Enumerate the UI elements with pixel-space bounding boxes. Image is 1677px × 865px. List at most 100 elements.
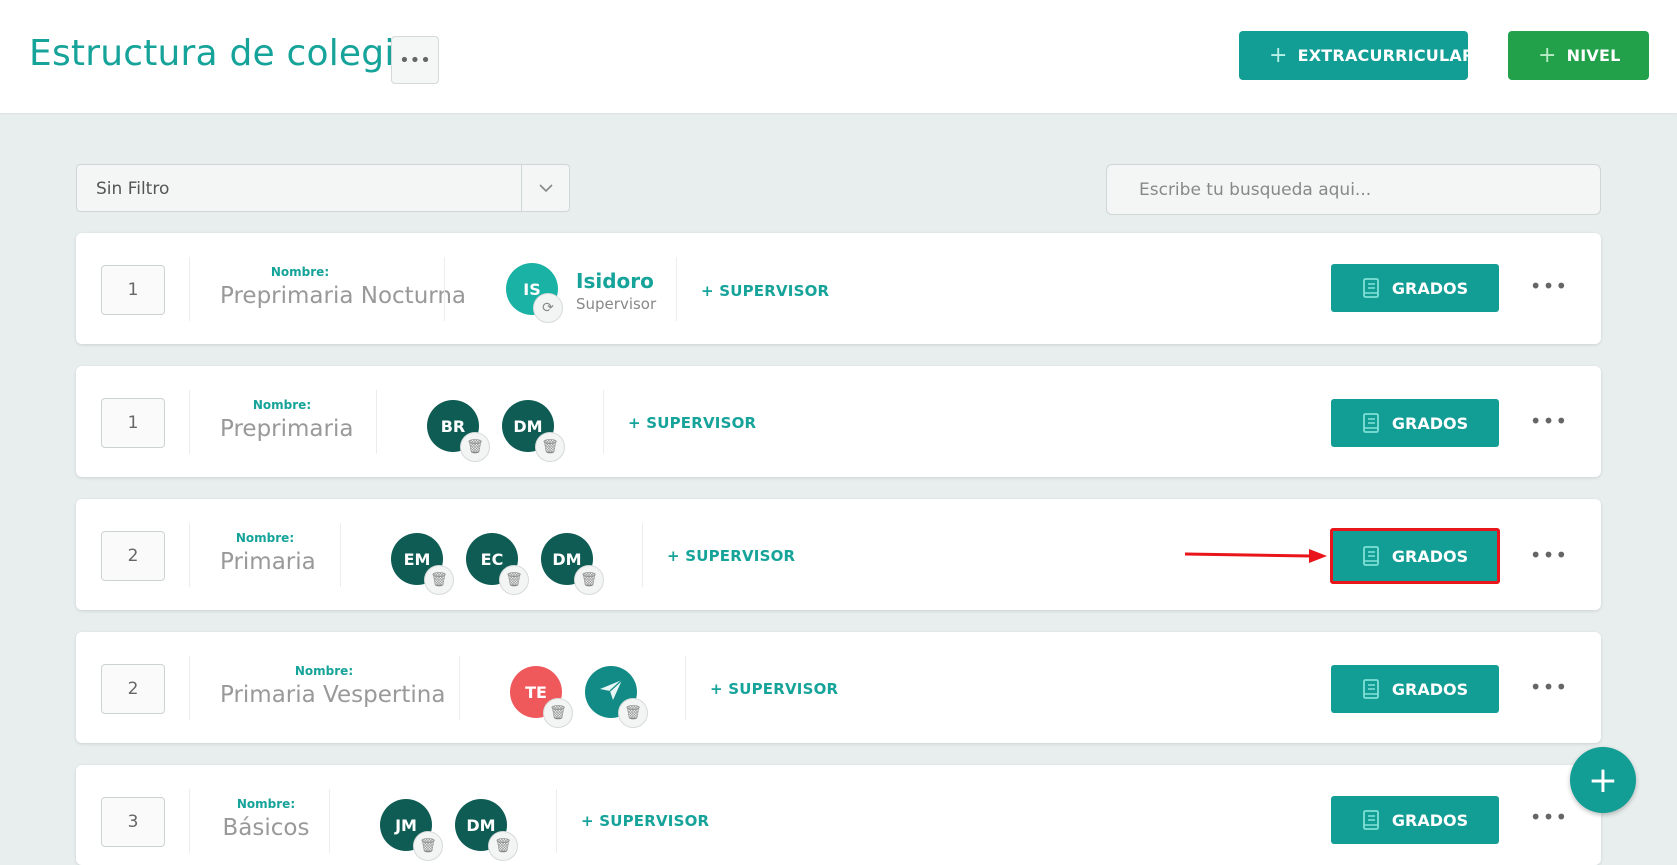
name-label: Nombre:	[236, 797, 296, 811]
name-label: Nombre:	[235, 531, 295, 545]
divider	[329, 789, 330, 853]
grados-label: GRADOS	[1391, 278, 1469, 298]
page-title: Estructura de colegio	[29, 33, 417, 74]
level-name: Preprimaria	[220, 416, 354, 442]
add-supervisor-button[interactable]: + SUPERVISOR	[701, 282, 829, 300]
add-nivel-button[interactable]: + NIVEL	[1508, 31, 1649, 80]
filter-value: Sin Filtro	[96, 179, 170, 199]
level-card: 1 Nombre: Preprimaria BR 🗑 DM 🗑 + SUPERV…	[76, 366, 1601, 477]
refresh-icon[interactable]: ⟳	[533, 293, 563, 323]
trash-icon[interactable]: 🗑	[618, 698, 648, 728]
trash-icon[interactable]: 🗑	[460, 432, 490, 462]
ellipsis-icon: •••	[399, 49, 431, 71]
grados-label: GRADOS	[1391, 413, 1469, 433]
trash-icon[interactable]: 🗑	[424, 565, 454, 595]
level-card: 3 Nombre: Básicos JM 🗑 DM 🗑 + SUPERVISOR…	[76, 765, 1601, 865]
name-label: Nombre:	[252, 398, 312, 412]
more-options-icon[interactable]: •••	[1529, 540, 1569, 570]
grados-label: GRADOS	[1391, 679, 1469, 699]
level-order-field[interactable]: 2	[101, 664, 165, 714]
book-icon	[1362, 679, 1380, 699]
divider	[642, 523, 643, 587]
book-icon	[1362, 546, 1380, 566]
level-card: 1 Nombre: Preprimaria Nocturna IS ⟳ Isid…	[76, 233, 1601, 344]
level-card: 2 Nombre: Primaria Vespertina TE 🗑 🗑 + S…	[76, 632, 1601, 743]
book-icon	[1362, 278, 1380, 298]
add-supervisor-button[interactable]: + SUPERVISOR	[581, 812, 709, 830]
grados-label: GRADOS	[1391, 546, 1469, 566]
level-order-field[interactable]: 3	[101, 797, 165, 847]
divider	[556, 789, 557, 853]
more-options-icon[interactable]: •••	[1529, 406, 1569, 436]
add-supervisor-button[interactable]: + SUPERVISOR	[710, 680, 838, 698]
level-name-block: Nombre: Básicos	[220, 797, 312, 841]
level-order-field[interactable]: 1	[101, 265, 165, 315]
add-fab-button[interactable]: +	[1570, 747, 1636, 813]
divider	[444, 257, 445, 321]
plus-icon: +	[1587, 759, 1619, 801]
divider	[459, 656, 460, 720]
divider	[189, 656, 190, 720]
trash-icon[interactable]: 🗑	[535, 432, 565, 462]
trash-icon[interactable]: 🗑	[413, 831, 443, 861]
book-icon	[1362, 413, 1380, 433]
grados-button[interactable]: GRADOS	[1331, 399, 1499, 447]
add-supervisor-label: SUPERVISOR	[646, 414, 757, 432]
level-name-block: Nombre: Primaria	[220, 531, 316, 575]
plus-icon: +	[1269, 43, 1288, 68]
more-options-icon[interactable]: •••	[1529, 672, 1569, 702]
supervisor-name[interactable]: Isidoro	[576, 269, 654, 293]
add-supervisor-label: SUPERVISOR	[728, 680, 839, 698]
chevron-down-icon[interactable]	[521, 165, 569, 211]
add-extracurricular-label: EXTRACURRICULAR	[1297, 46, 1475, 65]
divider	[340, 523, 341, 587]
divider	[189, 523, 190, 587]
grados-button[interactable]: GRADOS	[1331, 665, 1499, 713]
more-options-icon[interactable]: •••	[1529, 802, 1569, 832]
level-name: Básicos	[222, 815, 310, 841]
level-name-block: Nombre: Preprimaria	[220, 398, 354, 442]
grados-button[interactable]: GRADOS	[1330, 528, 1500, 584]
add-supervisor-button[interactable]: + SUPERVISOR	[628, 414, 756, 432]
divider	[676, 257, 677, 321]
level-order-field[interactable]: 1	[101, 398, 165, 448]
supervisor-role: Supervisor	[576, 295, 657, 313]
trash-icon[interactable]: 🗑	[499, 565, 529, 595]
add-extracurricular-button[interactable]: + EXTRACURRICULAR	[1239, 31, 1474, 80]
divider	[189, 257, 190, 321]
add-supervisor-label: SUPERVISOR	[685, 547, 796, 565]
trash-icon[interactable]: 🗑	[543, 698, 573, 728]
filter-select[interactable]: Sin Filtro	[76, 164, 570, 212]
book-icon	[1362, 810, 1380, 830]
trash-icon[interactable]: 🗑	[574, 565, 604, 595]
grados-button[interactable]: GRADOS	[1331, 796, 1499, 844]
divider	[685, 656, 686, 720]
add-supervisor-button[interactable]: + SUPERVISOR	[667, 547, 795, 565]
level-order-field[interactable]: 2	[101, 531, 165, 581]
trash-icon[interactable]: 🗑	[488, 831, 518, 861]
paper-plane-icon	[598, 678, 624, 706]
grados-label: GRADOS	[1391, 810, 1469, 830]
level-name-block: Nombre: Preprimaria Nocturna	[220, 265, 467, 309]
search-input[interactable]	[1106, 164, 1601, 215]
header-bar: Estructura de colegio ••• + EXTRACURRICU…	[0, 0, 1677, 113]
name-label: Nombre:	[294, 664, 354, 678]
level-name-block: Nombre: Primaria Vespertina	[220, 664, 446, 708]
level-name: Primaria Vespertina	[220, 682, 446, 708]
title-options-button[interactable]: •••	[391, 36, 439, 84]
add-supervisor-label: SUPERVISOR	[719, 282, 830, 300]
grados-button[interactable]: GRADOS	[1331, 264, 1499, 312]
name-label: Nombre:	[270, 265, 330, 279]
plus-icon: +	[1538, 43, 1557, 68]
divider	[189, 789, 190, 853]
annotation-arrow	[1184, 549, 1327, 563]
add-supervisor-label: SUPERVISOR	[599, 812, 710, 830]
more-options-icon[interactable]: •••	[1529, 271, 1569, 301]
add-nivel-label: NIVEL	[1566, 46, 1621, 65]
divider	[189, 390, 190, 454]
level-card: 2 Nombre: Primaria EM 🗑 EC 🗑 DM 🗑 + SUPE…	[76, 499, 1601, 610]
divider	[603, 390, 604, 454]
level-name: Primaria	[220, 549, 316, 575]
level-name: Preprimaria Nocturna	[220, 283, 467, 309]
divider	[376, 390, 377, 454]
